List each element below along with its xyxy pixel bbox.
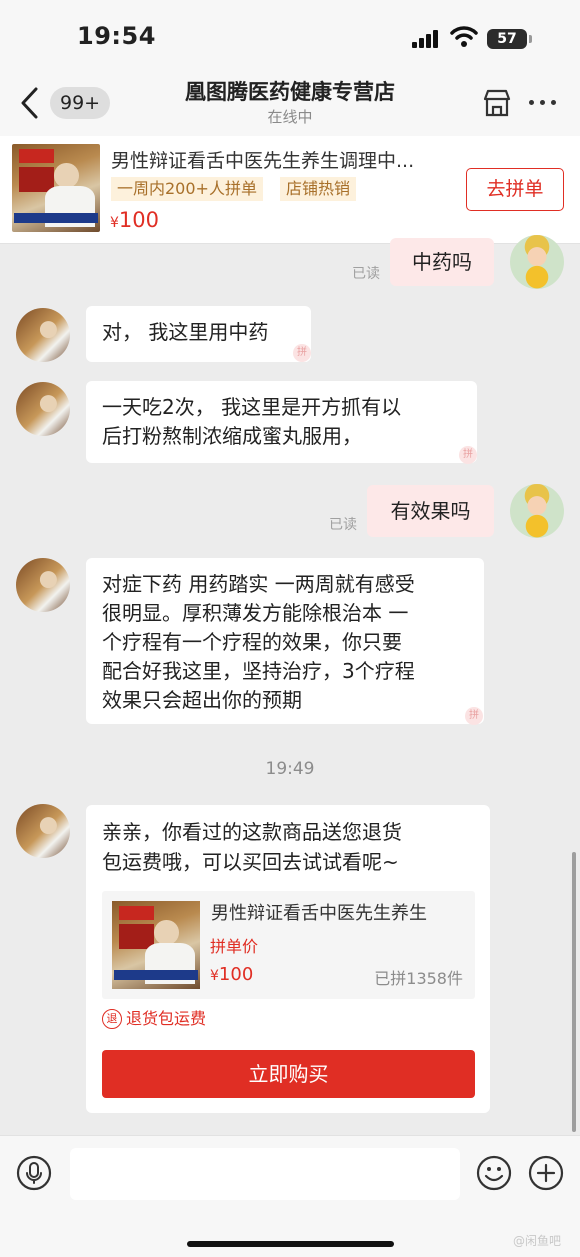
message-bubble-incoming[interactable]: 对， 我这里用中药 (86, 306, 311, 362)
voice-input-icon[interactable] (16, 1155, 52, 1191)
message-line: 包运费哦，可以买回去试试看呢~ (102, 850, 399, 874)
user-avatar[interactable] (510, 235, 564, 289)
message-line: 个疗程有一个疗程的效果，你只要 (102, 630, 402, 654)
shop-avatar[interactable] (16, 558, 70, 612)
chat-timestamp: 19:49 (265, 759, 315, 779)
read-receipt: 已读 (329, 517, 357, 533)
read-receipt: 已读 (352, 266, 380, 282)
message-bubble-outgoing[interactable]: 有效果吗 (367, 485, 494, 537)
user-avatar[interactable] (510, 484, 564, 538)
more-options-icon[interactable] (529, 100, 557, 106)
goods-sold-count: 已拼1358件 (374, 969, 463, 988)
pdd-watermark-icon: 拼 (293, 344, 311, 362)
status-bar: 19:54 57 (0, 0, 580, 70)
card-message-text: 亲亲，你看过的这款商品送您退货 包运费哦，可以买回去试试看呢~ (102, 817, 482, 877)
plus-icon[interactable] (528, 1155, 564, 1191)
message-line: 配合好我这里，坚持治疗，3个疗程 (102, 659, 415, 683)
pinned-product-bar[interactable]: 男性辩证看舌中医先生养生调理中... 一周内200+人拼单 店铺热销 ¥100 … (0, 136, 580, 244)
shop-avatar[interactable] (16, 308, 70, 362)
message-bubble-outgoing[interactable]: 中药吗 (390, 238, 494, 286)
buy-now-button[interactable]: 立即购买 (102, 1050, 475, 1098)
scrollbar[interactable] (572, 852, 576, 1132)
signal-icon (412, 30, 438, 48)
message-input[interactable] (70, 1148, 460, 1200)
return-shipping-text: 退货包运费 (126, 1009, 207, 1028)
shop-avatar[interactable] (16, 382, 70, 436)
product-thumbnail[interactable] (12, 144, 100, 232)
wifi-icon (450, 26, 478, 47)
goods-thumbnail[interactable] (112, 901, 200, 989)
group-price-label: 拼单价 (210, 937, 259, 956)
tag-hot-seller: 店铺热销 (280, 177, 357, 201)
pdd-watermark-icon: 拼 (459, 446, 477, 464)
status-time: 19:54 (77, 22, 156, 50)
message-line: 一天吃2次， 我这里是开方抓有以 (102, 395, 402, 419)
product-name[interactable]: 男性辩证看舌中医先生养生调理中... (111, 146, 451, 173)
tag-group-buy-count: 一周内200+人拼单 (111, 177, 263, 201)
message-line: 效果只会超出你的预期 (102, 688, 302, 712)
watermark: @闲鱼吧 (513, 1234, 562, 1248)
product-price: ¥100 (110, 208, 160, 232)
card-goods-item[interactable]: 男性辩证看舌中医先生养生 拼单价 ¥100 已拼1358件 (102, 891, 475, 999)
chat-header: 99+ 凰图腾医药健康专营店 在线中 (0, 70, 580, 136)
shop-avatar[interactable] (16, 804, 70, 858)
goods-price: ¥100 (210, 964, 254, 985)
group-buy-button[interactable]: 去拼单 (466, 168, 564, 211)
message-bubble-incoming[interactable]: 对症下药 用药踏实 一两周就有感受 很明显。厚积薄发方能除根治本 一 个疗程有一… (86, 558, 484, 724)
store-icon[interactable] (482, 88, 512, 118)
message-line: 亲亲，你看过的这款商品送您退货 (102, 820, 402, 844)
return-badge-icon: 退 (102, 1009, 122, 1029)
product-card-message: 亲亲，你看过的这款商品送您退货 包运费哦，可以买回去试试看呢~ 男性辩证看舌中医… (86, 805, 490, 1113)
goods-name: 男性辩证看舌中医先生养生 (211, 903, 427, 924)
message-line: 对症下药 用药踏实 一两周就有感受 (102, 572, 415, 596)
input-bar: @闲鱼吧 (0, 1135, 580, 1257)
emoji-icon[interactable] (476, 1155, 512, 1191)
battery-icon: 57 (487, 29, 532, 49)
message-bubble-incoming[interactable]: 一天吃2次， 我这里是开方抓有以 后打粉熬制浓缩成蜜丸服用， (86, 381, 477, 463)
message-line: 后打粉熬制浓缩成蜜丸服用， (102, 424, 362, 448)
message-line: 很明显。厚积薄发方能除根治本 一 (102, 601, 409, 625)
pdd-watermark-icon: 拼 (465, 707, 483, 725)
home-indicator (187, 1241, 394, 1247)
